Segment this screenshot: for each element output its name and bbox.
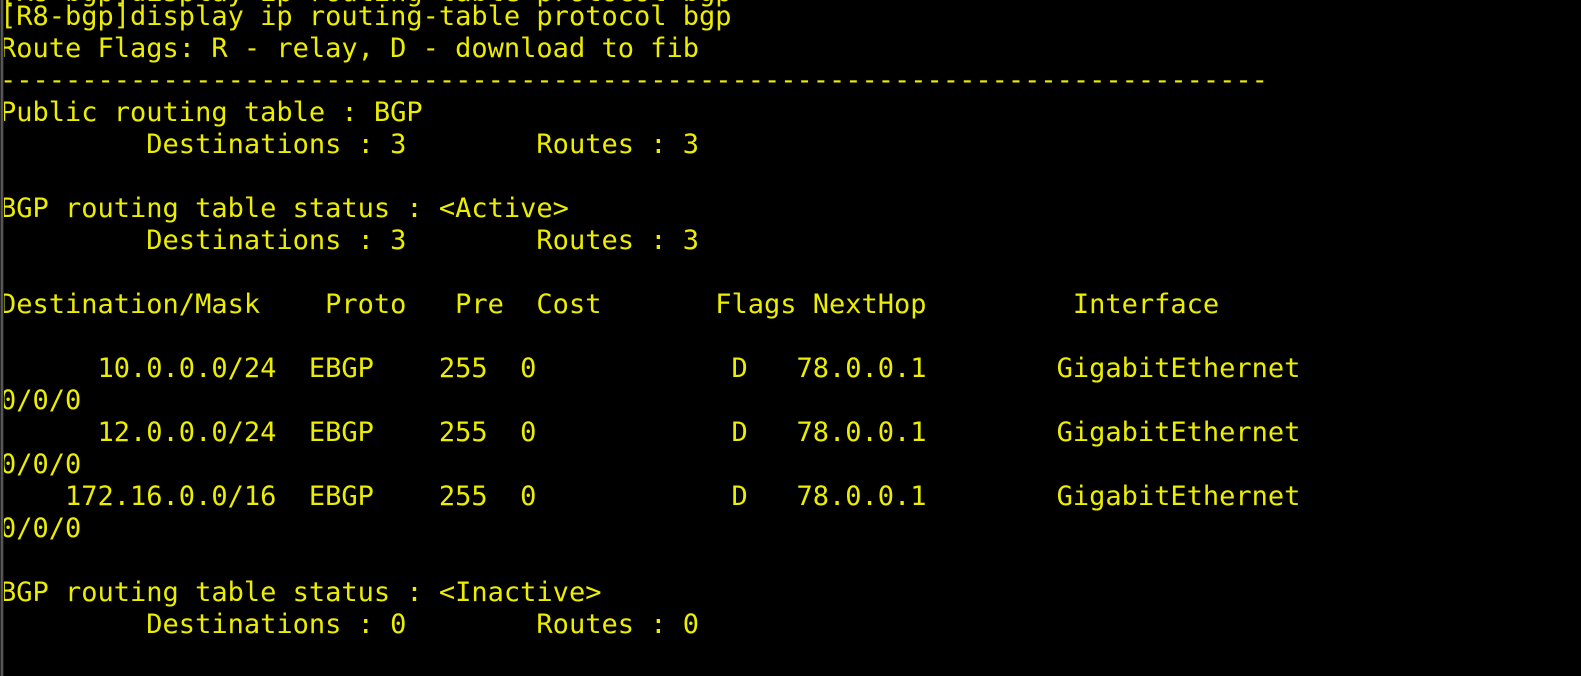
table-row-wrap: 0/0/0 <box>0 513 82 544</box>
terminal-line-bgp-active-counts: Destinations : 3 Routes : 3 <box>0 225 699 256</box>
terminal-line-bgp-inactive-counts: Destinations : 0 Routes : 0 <box>0 609 699 640</box>
terminal-line-bgp-inactive-status: BGP routing table status : <Inactive> <box>0 577 602 608</box>
terminal-line-separator: ----------------------------------------… <box>0 65 1268 96</box>
terminal-line-public-counts: Destinations : 3 Routes : 3 <box>0 129 699 160</box>
table-row: 172.16.0.0/16 EBGP 255 0 D 78.0.0.1 Giga… <box>0 481 1301 512</box>
table-row: 10.0.0.0/24 EBGP 255 0 D 78.0.0.1 Gigabi… <box>0 353 1301 384</box>
terminal-line-command: [R8-bgp]display ip routing-table protoco… <box>0 1 732 32</box>
table-row: 12.0.0.0/24 EBGP 255 0 D 78.0.0.1 Gigabi… <box>0 417 1301 448</box>
terminal-line-bgp-active-status: BGP routing table status : <Active> <box>0 193 569 224</box>
terminal-screen[interactable]: [R8-bgp]display ip routing-table protoco… <box>0 0 1581 676</box>
terminal-scrollbar-track[interactable] <box>0 0 4 676</box>
terminal-line-public-routing-table: Public routing table : BGP <box>0 97 423 128</box>
terminal-line-table-headers: Destination/Mask Proto Pre Cost Flags Ne… <box>0 289 1220 320</box>
table-row-wrap: 0/0/0 <box>0 449 82 480</box>
terminal-line-route-flags: Route Flags: R - relay, D - download to … <box>0 33 699 64</box>
table-row-wrap: 0/0/0 <box>0 385 82 416</box>
terminal-window[interactable]: [R8-bgp]display ip routing-table protoco… <box>0 0 1581 676</box>
